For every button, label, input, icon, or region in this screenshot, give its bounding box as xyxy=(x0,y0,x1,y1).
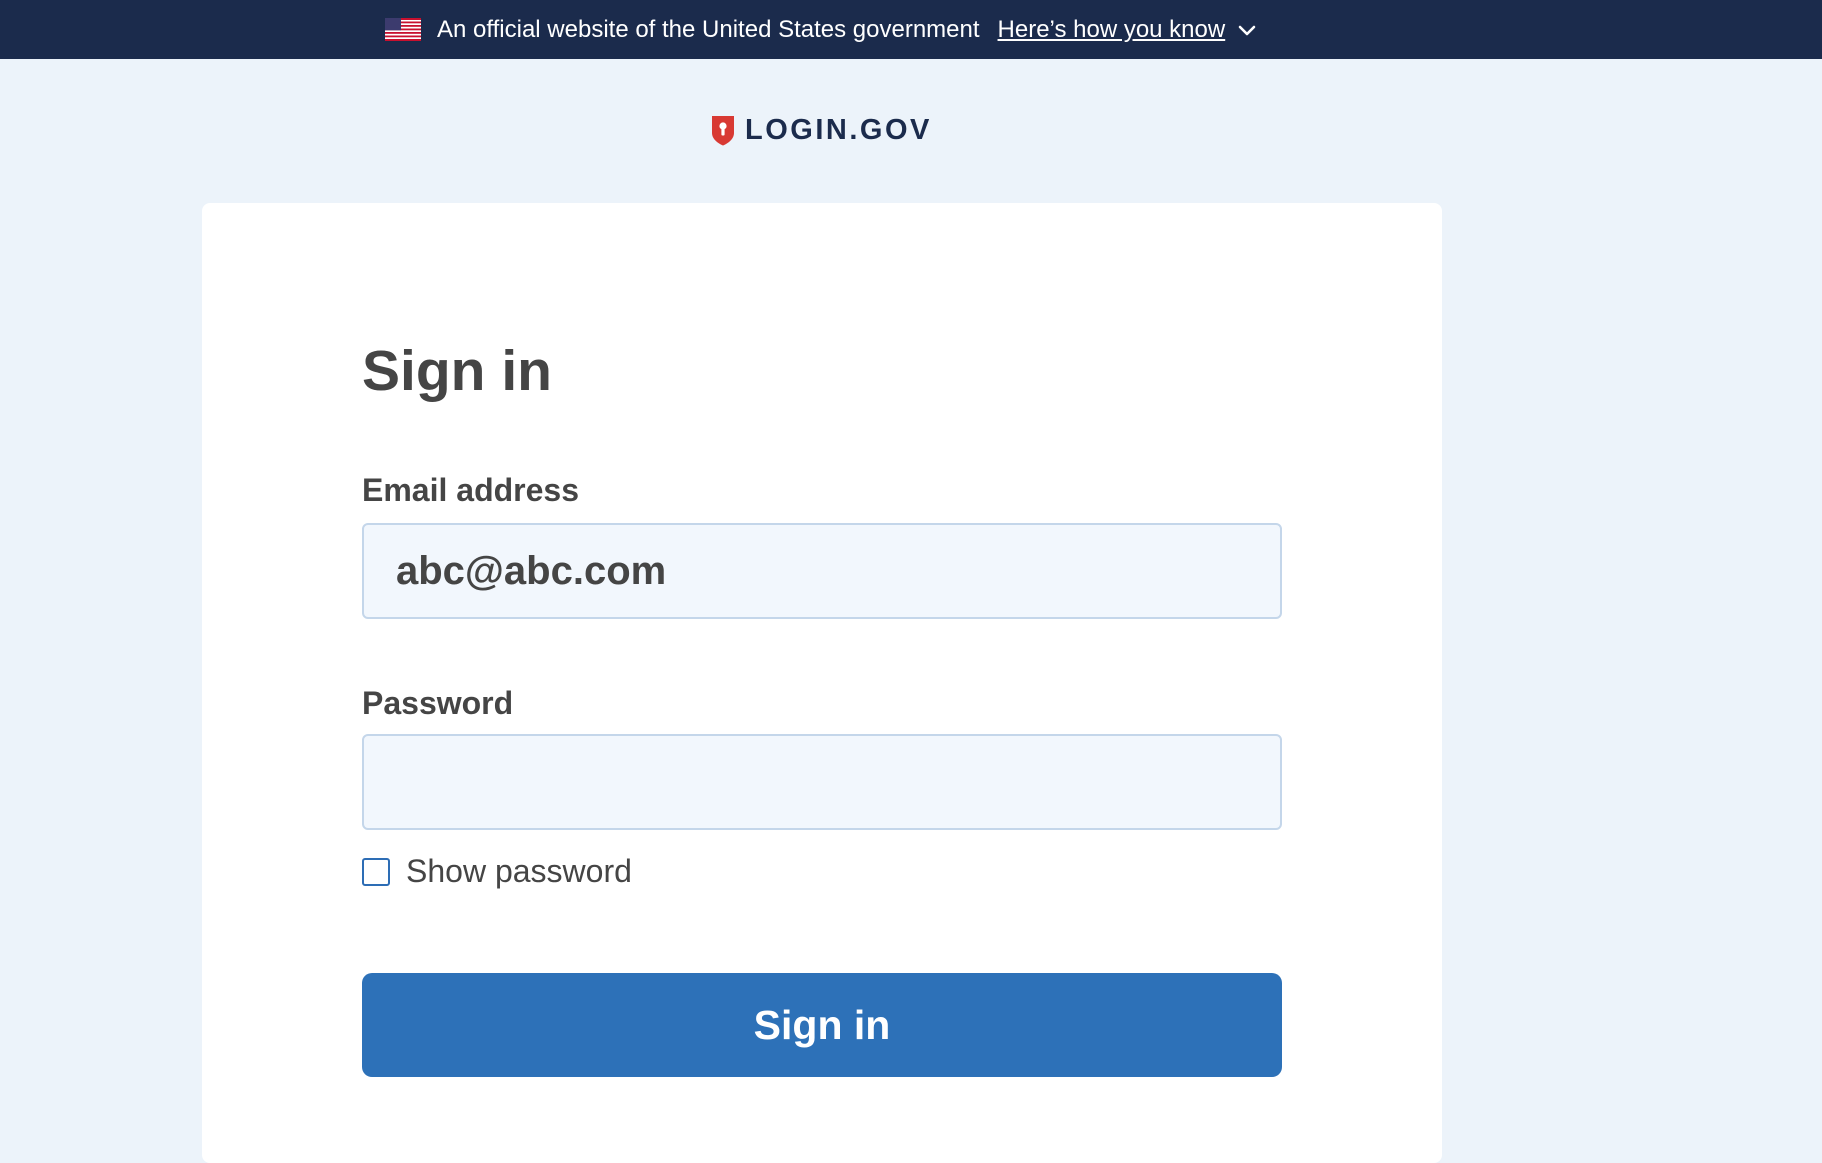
gov-banner-content: An official website of the United States… xyxy=(385,0,1257,59)
show-password-checkbox[interactable] xyxy=(362,857,390,886)
shield-icon xyxy=(712,115,734,145)
password-field[interactable] xyxy=(362,734,1282,830)
gov-banner: An official website of the United States… xyxy=(0,0,1822,59)
sign-in-button[interactable]: Sign in xyxy=(362,973,1282,1077)
email-label: Email address xyxy=(362,472,579,508)
login-gov-logo[interactable]: LOGIN.GOV xyxy=(710,113,932,147)
page-title: Sign in xyxy=(362,339,552,403)
us-flag-icon xyxy=(385,18,421,41)
email-field[interactable] xyxy=(362,523,1282,619)
gov-banner-text: An official website of the United States… xyxy=(437,15,980,43)
show-password-toggle[interactable]: Show password xyxy=(362,853,632,890)
brand-name: LOGIN.GOV xyxy=(745,113,932,146)
heres-how-you-know-link[interactable]: Here’s how you know xyxy=(998,16,1226,44)
sign-in-card: Sign in Email address Password Show pass… xyxy=(202,203,1442,1163)
password-label: Password xyxy=(362,685,514,721)
chevron-down-icon[interactable] xyxy=(1237,23,1257,37)
show-password-label[interactable]: Show password xyxy=(406,853,632,890)
